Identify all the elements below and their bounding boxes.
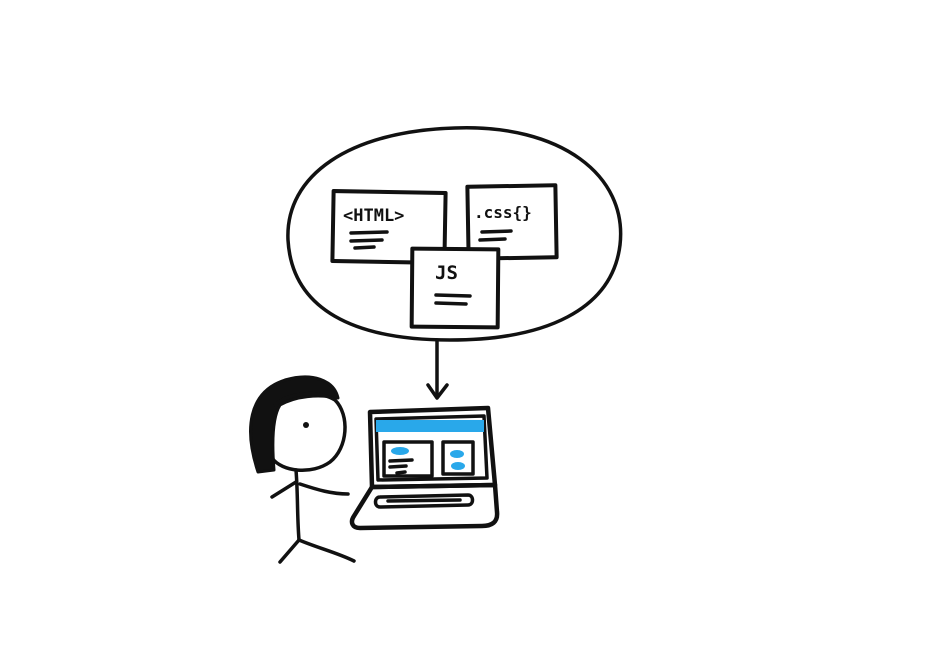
screen-blob-left [391,447,409,455]
figure-arm-left [270,480,298,499]
js-card: JS [409,246,501,330]
stick-figure [249,375,356,564]
figure-leg-right [297,538,356,563]
screen-blob-right-2 [451,462,465,470]
figure-arm-right [298,482,350,496]
screen-header-bar [376,420,484,432]
figure-eye [303,422,309,428]
figure-head [270,391,347,473]
illustration-canvas: <HTML> .css{} JS [249,126,623,564]
figure-hair [249,375,340,474]
screen-blob-right-1 [450,450,464,458]
html-card-label: <HTML> [343,206,404,226]
down-arrow-icon [426,338,449,400]
css-card-label: .css{} [474,203,532,222]
laptop [349,405,500,531]
js-card-label: JS [435,262,458,284]
figure-leg-left [278,538,301,564]
